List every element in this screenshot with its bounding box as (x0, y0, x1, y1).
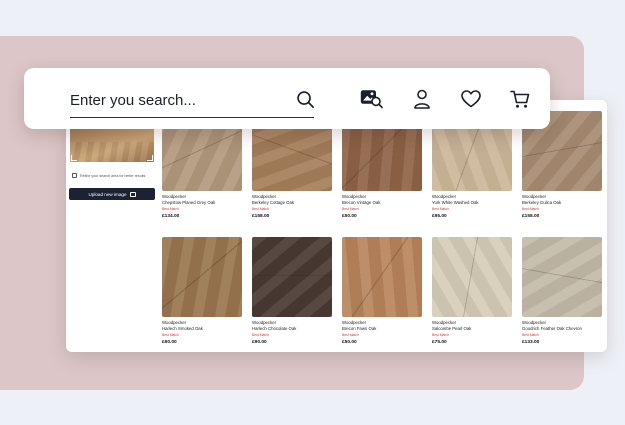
search-icon[interactable] (293, 87, 317, 111)
match-badge: Best Match (432, 207, 449, 211)
results-card: Refine your search area for better resul… (66, 100, 607, 352)
product-name[interactable]: Brecon Vintage Oak (342, 200, 422, 206)
cart-icon[interactable] (508, 87, 532, 111)
product-card[interactable]: Woodpecker Goodrich Feather Oak Chevron Be… (522, 237, 602, 352)
refine-hint: Refine your search area for better resul… (72, 173, 162, 178)
product-price: £95.00 (432, 214, 447, 219)
match-badge: Best Match (162, 207, 179, 211)
product-name[interactable]: Salcombe Pearl Oak (432, 326, 512, 332)
image-search-icon[interactable] (360, 87, 384, 111)
product-card[interactable]: Woodpecker Harlech Chocolate Oak Best Matc… (252, 237, 332, 352)
product-price: £50.00 (342, 340, 357, 345)
search-bar (24, 68, 550, 129)
product-image[interactable] (522, 237, 602, 317)
product-price: £75.00 (432, 340, 447, 345)
upload-new-image-button[interactable]: Upload new image (69, 188, 155, 200)
account-icon[interactable] (410, 87, 434, 111)
product-name[interactable]: Goodrich Feather Oak Chevron (522, 326, 602, 332)
crop-handle-icon[interactable] (71, 155, 77, 161)
product-card[interactable]: Woodpecker Harlech Smoked Oak Best Match £9… (162, 237, 242, 352)
match-badge: Best Match (342, 333, 359, 337)
search-input[interactable] (70, 88, 314, 118)
refine-hint-text: Refine your search area for better resul… (80, 173, 146, 178)
product-image[interactable] (432, 237, 512, 317)
product-price: £158.00 (252, 214, 270, 219)
product-card[interactable]: Woodpecker Brecon Fawn Oak Best Match £50.0… (342, 237, 422, 352)
crop-handle-icon[interactable] (147, 155, 153, 161)
match-badge: Best Match (252, 207, 269, 211)
product-price: £134.00 (162, 214, 180, 219)
match-badge: Best Match (432, 333, 449, 337)
match-badge: Best Match (522, 333, 539, 337)
product-price: £90.00 (162, 340, 177, 345)
match-badge: Best Match (522, 207, 539, 211)
camera-icon (129, 191, 136, 197)
upload-button-label: Upload new image (88, 191, 127, 197)
product-name[interactable]: Chepstow Planed Grey Oak (162, 200, 242, 206)
product-name[interactable]: Berkeley Gulica Oak (522, 200, 602, 206)
match-badge: Best Match (252, 333, 269, 337)
product-name[interactable]: York White Washed Oak (432, 200, 512, 206)
product-image[interactable] (342, 237, 422, 317)
crop-icon (72, 173, 77, 178)
product-price: £50.00 (342, 214, 357, 219)
product-image[interactable] (162, 237, 242, 317)
wishlist-heart-icon[interactable] (459, 87, 483, 111)
product-image[interactable] (252, 237, 332, 317)
match-badge: Best Match (342, 207, 359, 211)
match-badge: Best Match (162, 333, 179, 337)
product-name[interactable]: Brecon Fawn Oak (342, 326, 422, 332)
product-price: £90.00 (252, 340, 267, 345)
product-card[interactable]: Woodpecker Salcombe Pearl Oak Best Match £7… (432, 237, 512, 352)
product-price: £133.00 (522, 340, 540, 345)
product-grid: Woodpecker Chepstow Planed Grey Oak Best M… (162, 111, 602, 352)
product-price: £158.00 (522, 214, 540, 219)
product-name[interactable]: Harlech Chocolate Oak (252, 326, 332, 332)
image-search-sidebar: Refine your search area for better resul… (66, 100, 162, 352)
product-name[interactable]: Harlech Smoked Oak (162, 326, 242, 332)
product-name[interactable]: Berkeley Cottage Oak (252, 200, 332, 206)
